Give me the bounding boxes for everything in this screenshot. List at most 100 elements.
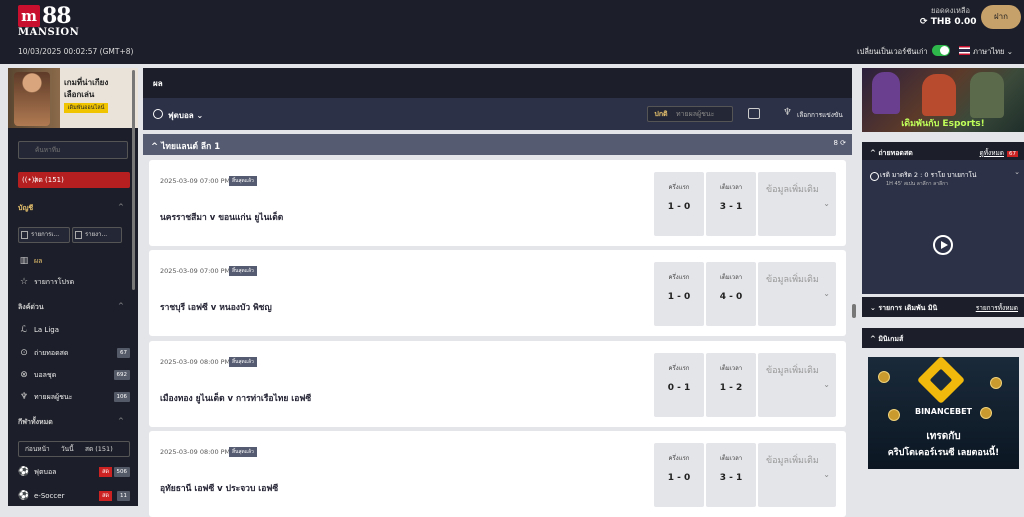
binance-line2: คริปโตเคอร์เรนซี เลยตอนนี้! [887, 448, 1000, 458]
live-stream-player[interactable]: เรดิ มาดริด 2 : 0 ราโย บาเยกาโน่ 1H 45' … [862, 160, 1024, 294]
chevron-down-icon: ⌄ [823, 289, 830, 298]
classic-version-toggle[interactable] [932, 45, 950, 56]
tab-live[interactable]: สด (151) [85, 442, 113, 456]
balance-label: ยอดคงเหลือ [930, 6, 970, 15]
count-badge: 106 [113, 392, 130, 402]
laliga-icon: ℒ [20, 325, 28, 335]
esports-character [922, 74, 956, 116]
match-teams: อุทัยธานี เอฟซี v ประจวบ เอฟซี [160, 484, 279, 494]
quicklink-live-stream[interactable]: ⊙ ถ่ายทอดสด 67 [18, 346, 130, 360]
seg-winner[interactable]: ทายผลผู้ชนะ [676, 107, 714, 121]
quicklinks-section-header[interactable]: ลิงค์ด่วน ^ [18, 302, 130, 313]
full-time-label: เต็มเวลา [719, 184, 743, 191]
play-icon[interactable] [933, 235, 953, 255]
chevron-down-icon: ⌄ [823, 380, 830, 389]
favorites-label: รายการโปรด [34, 278, 75, 286]
tab-today[interactable]: วันนี้ [61, 442, 74, 456]
full-time-value: 3 - 1 [719, 202, 743, 212]
count-badge: 67 [117, 348, 130, 358]
more-info-label: ข้อมูลเพิ่มเติม [766, 456, 819, 466]
sidebar-scrollbar[interactable] [132, 70, 135, 290]
logo-word: MANSION [18, 27, 80, 38]
team-search-input[interactable] [18, 141, 128, 159]
m88-logo[interactable]: m 88 MANSION [18, 3, 79, 38]
report-icon [75, 231, 82, 239]
balance-value[interactable]: ⟳ THB 0.00 [920, 17, 977, 27]
coin-icon [990, 377, 1002, 389]
allsports-section-header[interactable]: กีฬาทั้งหมด ^ [18, 417, 130, 428]
full-time-score: เต็มเวลา 3 - 1 [706, 172, 756, 236]
sport-selector[interactable]: ฟุตบอล ⌄ [168, 109, 203, 122]
sports-period-tabs: ก่อนหน้า วันนี้ สด (151) [18, 441, 130, 457]
quicklink-parlay[interactable]: ⊗ บอลชุด 692 [18, 368, 130, 382]
sport-item-soccer[interactable]: ⚽ ฟุตบอล สด 506 [18, 465, 130, 479]
thai-flag-icon [959, 46, 970, 55]
half-time-label: ครึ่งแรก [668, 274, 690, 281]
chevron-down-icon: ⌄ [823, 470, 830, 479]
half-time-value: 1 - 0 [667, 202, 691, 212]
match-teams: นครราชสีมา v ขอนแก่น ยูไนเต็ด [160, 213, 284, 223]
match-card: 2025-03-09 08:00 PM สิ้นสุดแล้ว เมืองทอง ย… [149, 341, 846, 427]
half-time-score: ครึ่งแรก 1 - 0 [654, 262, 704, 326]
upcoming-view-all-link[interactable]: รายการทั้งหมด [976, 303, 1018, 313]
soccer-icon [153, 109, 163, 119]
more-info-button[interactable]: ข้อมูลเพิ่มเติม ⌄ [758, 353, 836, 417]
quicklink-label: La Liga [34, 326, 59, 334]
sport-item-esoccer[interactable]: ⚽ e-Soccer สด 11 [18, 489, 130, 503]
select-competition-button[interactable]: เลือกการแข่งขัน [797, 110, 843, 120]
upcoming-header[interactable]: ⌄ รายการ เดิมพัน มินิ รายการทั้งหมด [862, 297, 1024, 317]
live-stream-title: ถ่ายทอดสด [878, 149, 913, 157]
calendar-icon[interactable] [748, 108, 760, 119]
match-status-badge: สิ้นสุดแล้ว [229, 447, 257, 457]
match-datetime: 2025-03-09 08:00 PM [160, 358, 231, 366]
balance-amount: THB 0.00 [930, 17, 977, 27]
right-column: เดิมพันกับ Esports! ^ ถ่ายทอดสด ดูทั้งหมด… [862, 68, 1024, 506]
tab-early[interactable]: ก่อนหน้า [25, 442, 50, 456]
statement-button[interactable]: รายการเ... [18, 227, 70, 243]
match-status-badge: สิ้นสุดแล้ว [229, 176, 257, 186]
binance-banner[interactable]: BINANCEBET เทรดกับ คริปโตเคอร์เรนซี เลยต… [868, 357, 1019, 469]
more-info-button[interactable]: ข้อมูลเพิ่มเติม ⌄ [758, 172, 836, 236]
more-info-button[interactable]: ข้อมูลเพิ่มเติม ⌄ [758, 262, 836, 326]
language-selector[interactable]: ภาษาไทย ⌄ [973, 46, 1013, 58]
match-card: 2025-03-09 07:00 PM สิ้นสุดแล้ว นครราชสีมา… [149, 160, 846, 246]
half-time-score: ครึ่งแรก 1 - 0 [654, 172, 704, 236]
live-count-badge: 67 [1007, 151, 1018, 157]
esports-character [970, 72, 1004, 118]
seg-normal[interactable]: ปกติ [648, 107, 674, 121]
account-section-label: บัญชี [18, 204, 34, 212]
play-circle-icon: ⊙ [20, 348, 28, 358]
deposit-button[interactable]: ฝาก [981, 5, 1021, 29]
match-datetime: 2025-03-09 08:00 PM [160, 448, 231, 456]
half-time-value: 0 - 1 [667, 383, 691, 393]
results-scrollbar[interactable] [852, 304, 856, 318]
coin-icon [878, 371, 890, 383]
chevron-up-icon: ^ [118, 203, 124, 211]
live-stream-header[interactable]: ^ ถ่ายทอดสด ดูทั้งหมด 67 [862, 142, 1024, 162]
top-bar: m 88 MANSION 10/03/2025 00:02:57 (GMT+8)… [0, 0, 1024, 64]
chevron-down-icon[interactable]: ⌄ [1014, 168, 1020, 176]
account-section-header[interactable]: บัญชี ^ [18, 203, 130, 214]
minigames-header[interactable]: ^ มินิเกมส์ [862, 328, 1024, 348]
live-button[interactable]: ((•)) สด (151) [18, 172, 130, 188]
esports-banner[interactable]: เดิมพันกับ Esports! [862, 68, 1024, 132]
more-info-label: ข้อมูลเพิ่มเติม [766, 185, 819, 195]
league-header[interactable]: ^ ไทยแลนด์ ลีก 18 ⟳ [143, 134, 852, 155]
half-time-score: ครึ่งแรก 0 - 1 [654, 353, 704, 417]
binance-logo-icon [916, 357, 966, 405]
live-view-all-link[interactable]: ดูทั้งหมด 67 [980, 148, 1018, 158]
more-info-label: ข้อมูลเพิ่มเติม [766, 366, 819, 376]
quicklink-outright[interactable]: ♆ ทายผลผู้ชนะ 106 [18, 390, 130, 404]
sidebar-item-results[interactable]: ▥ ผล [18, 254, 130, 268]
report-label: รายงา... [85, 231, 108, 238]
statement-label: รายการเ... [31, 231, 60, 238]
quicklink-laliga[interactable]: ℒ La Liga [18, 323, 130, 337]
half-time-value: 1 - 0 [667, 473, 691, 483]
sidebar-item-favorites[interactable]: ☆ รายการโปรด [18, 275, 130, 289]
report-button[interactable]: รายงา... [72, 227, 122, 243]
more-info-button[interactable]: ข้อมูลเพิ่มเติม ⌄ [758, 443, 836, 507]
promo-banner[interactable]: เกมที่น่าเกียง เลือกเล่น เดิมพันออนไลน์ [8, 68, 138, 128]
promo-button[interactable]: เดิมพันออนไลน์ [64, 103, 108, 113]
allsports-section-label: กีฬาทั้งหมด [18, 418, 53, 426]
server-datetime: 10/03/2025 00:02:57 (GMT+8) [18, 47, 134, 56]
